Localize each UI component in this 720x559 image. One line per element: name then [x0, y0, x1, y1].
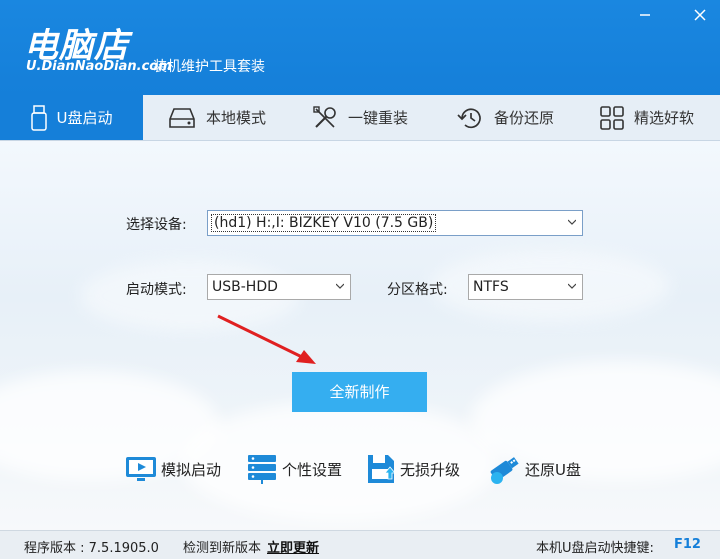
device-label: 选择设备: — [126, 217, 187, 233]
device-select[interactable]: (hd1) H:,I: BIZKEY V10 (7.5 GB) — [207, 210, 583, 236]
boot-mode-select[interactable]: USB-HDD — [207, 274, 351, 300]
main-nav: U盘启动 本地模式 一键重装 备份还原 精选好软 — [0, 95, 720, 141]
minimize-button[interactable] — [636, 8, 654, 26]
restore-clock-icon — [457, 107, 481, 128]
boot-mode-label: 启动模式: — [126, 282, 187, 298]
tool-lossless-upgrade[interactable]: 无损升级 — [366, 452, 460, 486]
tool-personal-settings[interactable]: 个性设置 — [246, 452, 342, 486]
partition-value: NTFS — [473, 279, 509, 295]
tab-backup-restore[interactable]: 备份还原 — [456, 95, 554, 140]
status-bar: 程序版本 : 7.5.1905.0 检测到新版本 立即更新 本机U盘启动快捷键:… — [0, 530, 720, 559]
chevron-down-icon — [336, 283, 344, 289]
chevron-down-icon — [568, 283, 576, 289]
partition-select[interactable]: NTFS — [468, 274, 583, 300]
app-subtitle: 装机维护工具套装 — [153, 59, 265, 75]
boot-mode-value: USB-HDD — [212, 279, 278, 295]
partition-label: 分区格式: — [387, 282, 448, 298]
hotkey-label: 本机U盘启动快捷键: — [536, 541, 654, 556]
tab-label: 备份还原 — [494, 109, 555, 127]
create-new-button[interactable]: 全新制作 — [292, 372, 427, 412]
tool-label: 还原U盘 — [525, 460, 581, 479]
device-select-value: (hd1) H:,I: BIZKEY V10 (7.5 GB) — [210, 214, 437, 232]
tab-label: 本地模式 — [206, 109, 267, 127]
tab-one-key-reinstall[interactable]: 一键重装 — [312, 95, 408, 140]
usb-restore-icon — [490, 457, 519, 484]
program-version: 程序版本 : 7.5.1905.0 — [24, 541, 159, 556]
hotkey-value: F12 — [674, 537, 701, 552]
tool-label: 模拟启动 — [161, 460, 222, 479]
update-notice: 检测到新版本 — [183, 541, 262, 556]
tab-label: 精选好软 — [634, 109, 695, 127]
tab-selected-software[interactable]: 精选好软 — [600, 95, 694, 140]
tools-icon — [313, 105, 336, 128]
red-arrow-annotation — [217, 314, 316, 364]
close-button[interactable] — [691, 8, 709, 26]
tool-label: 无损升级 — [400, 460, 461, 479]
tab-label: 一键重装 — [348, 109, 409, 127]
minimize-icon — [640, 14, 650, 16]
logo-url: U.DianNaoDian.com — [26, 59, 172, 74]
server-settings-icon — [248, 455, 276, 484]
tab-usb-boot[interactable]: U盘启动 — [0, 95, 143, 140]
tab-local-mode[interactable]: 本地模式 — [168, 95, 266, 140]
close-icon — [694, 9, 706, 21]
tool-restore-usb[interactable]: 还原U盘 — [487, 452, 581, 486]
main-panel — [0, 141, 720, 530]
tool-label: 个性设置 — [282, 460, 343, 479]
upgrade-disk-icon — [368, 455, 396, 483]
apps-grid-icon — [600, 105, 624, 130]
tool-simulate-boot[interactable]: 模拟启动 — [125, 452, 221, 486]
usb-drive-icon — [30, 104, 47, 131]
chevron-down-icon — [568, 219, 576, 225]
update-now-link[interactable]: 立即更新 — [267, 537, 319, 556]
monitor-play-icon — [126, 457, 156, 481]
app-header: 电脑店 U.DianNaoDian.com 装机维护工具套装 — [0, 0, 720, 95]
tab-label: U盘启动 — [56, 109, 113, 127]
hard-disk-icon — [169, 107, 195, 128]
